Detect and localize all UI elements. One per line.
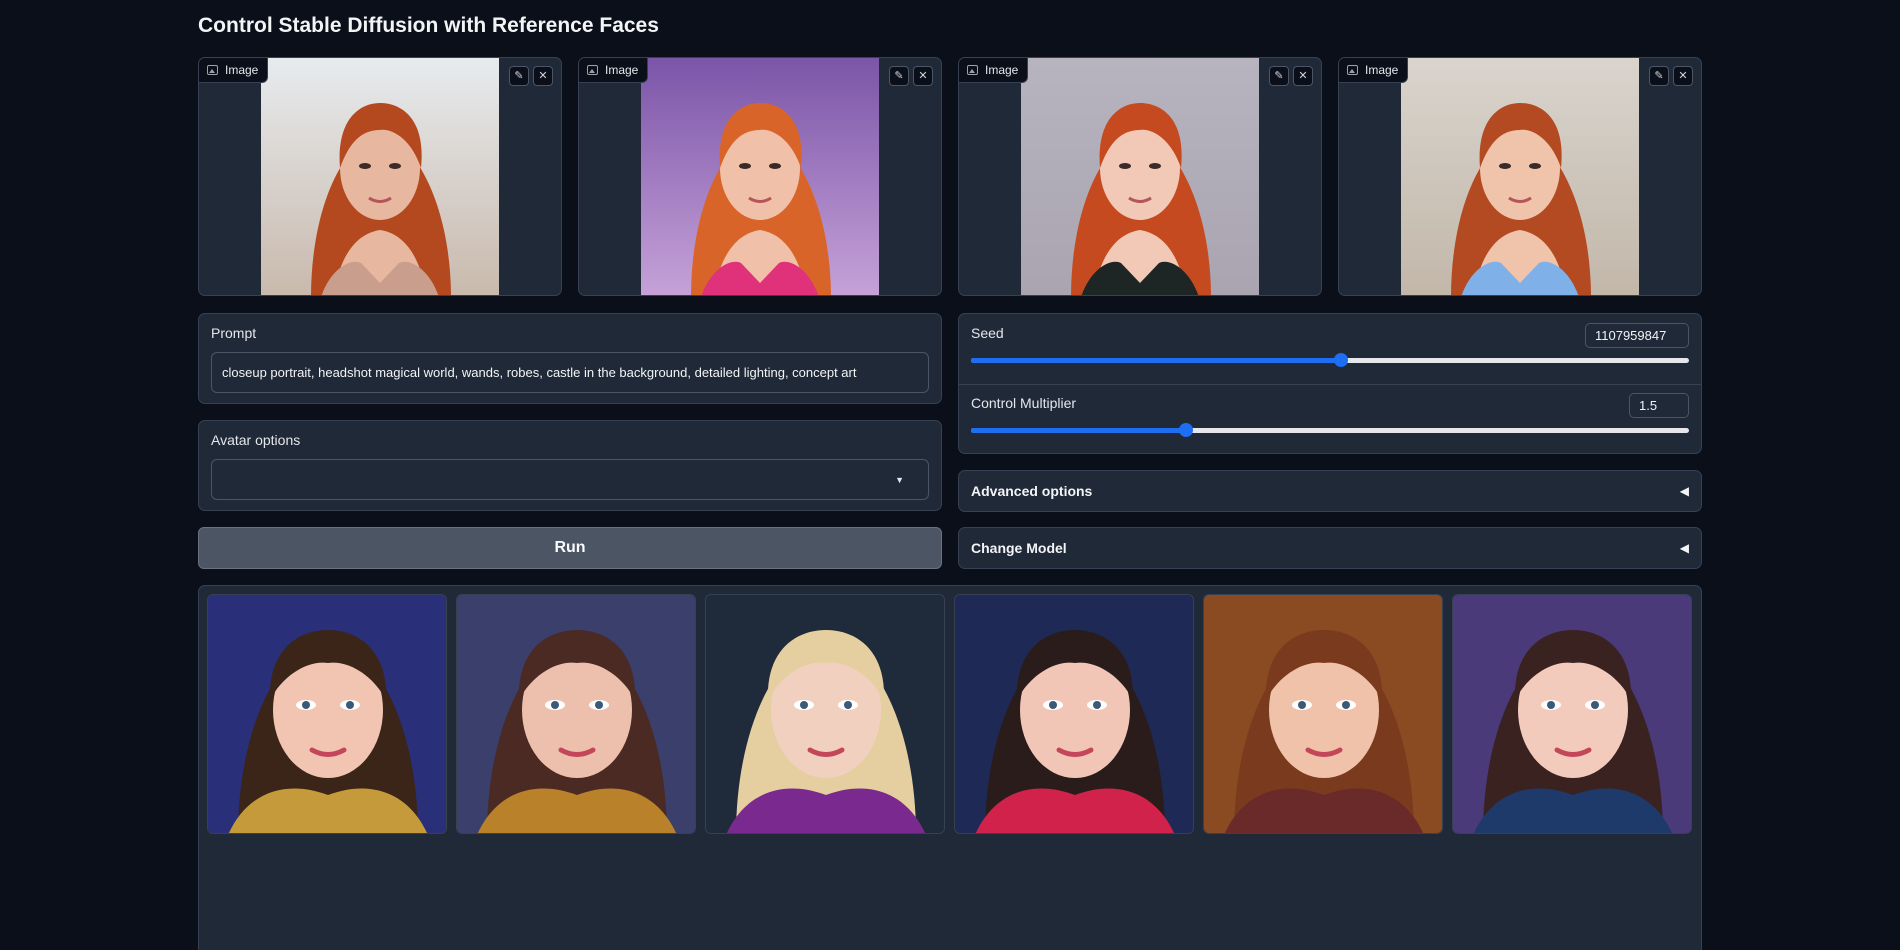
gallery-image[interactable] <box>954 594 1194 834</box>
edit-icon[interactable]: ✎ <box>889 66 909 86</box>
eye-right <box>595 701 603 709</box>
eye-left <box>1119 163 1131 169</box>
prompt-panel: Prompt closeup portrait, headshot magica… <box>198 313 942 404</box>
image-icon <box>587 65 598 75</box>
gallery-image[interactable] <box>705 594 945 834</box>
eye-left <box>1499 163 1511 169</box>
seed-label: Seed <box>971 325 1004 341</box>
close-icon[interactable]: ✕ <box>1293 66 1313 86</box>
collapse-triangle-icon: ◀ <box>1679 541 1689 555</box>
eye-left <box>1547 701 1555 709</box>
advanced-options-label: Advanced options <box>971 483 1093 499</box>
page-title: Control Stable Diffusion with Reference … <box>198 14 659 37</box>
image-label-tab: Image <box>199 58 269 83</box>
close-icon[interactable]: ✕ <box>533 66 553 86</box>
image-actions: ✎ ✕ <box>1269 66 1313 86</box>
image-label-tab: Image <box>1339 58 1409 83</box>
gallery-image[interactable] <box>1203 594 1443 834</box>
eye-left <box>1049 701 1057 709</box>
image-icon <box>967 65 978 75</box>
reference-image-card[interactable]: Image ✎ ✕ <box>198 57 562 296</box>
prompt-text: closeup portrait, headshot magical world… <box>222 365 857 380</box>
control-multiplier-slider-fill <box>971 428 1187 433</box>
avatar-options-dropdown[interactable]: ▼ <box>211 459 929 500</box>
control-multiplier-number-input[interactable]: 1.5 <box>1629 393 1689 418</box>
eye-left <box>302 701 310 709</box>
sliders-panel: Seed 1107959847 Control Multiplier 1.5 <box>958 313 1702 454</box>
run-button[interactable]: Run <box>198 527 942 569</box>
image-label: Image <box>1365 63 1399 77</box>
collapse-triangle-icon: ◀ <box>1679 484 1689 498</box>
advanced-options-accordion[interactable]: Advanced options ◀ <box>958 470 1702 512</box>
image-label: Image <box>605 63 639 77</box>
gallery-image[interactable] <box>1452 594 1692 834</box>
eye-right <box>844 701 852 709</box>
eye-right <box>1529 163 1541 169</box>
image-icon <box>1347 65 1358 75</box>
control-multiplier-slider-thumb[interactable] <box>1179 423 1194 437</box>
reference-image-card[interactable]: Image ✎ ✕ <box>1338 57 1702 296</box>
prompt-label: Prompt <box>211 325 257 341</box>
image-actions: ✎ ✕ <box>889 66 933 86</box>
control-multiplier-label: Control Multiplier <box>971 395 1077 411</box>
seed-value: 1107959847 <box>1595 328 1667 343</box>
close-icon[interactable]: ✕ <box>1673 66 1693 86</box>
eye-left <box>551 701 559 709</box>
reference-photo <box>261 58 499 295</box>
seed-number-input[interactable]: 1107959847 <box>1585 323 1689 348</box>
image-actions: ✎ ✕ <box>1649 66 1693 86</box>
avatar-options-label: Avatar options <box>211 432 301 448</box>
gallery-image[interactable] <box>207 594 447 834</box>
eye-left <box>359 163 371 169</box>
app-container: Control Stable Diffusion with Reference … <box>198 0 1702 950</box>
chevron-down-icon: ▼ <box>895 474 904 485</box>
reference-image-card[interactable]: Image ✎ ✕ <box>958 57 1322 296</box>
image-label: Image <box>985 63 1019 77</box>
eye-right <box>346 701 354 709</box>
edit-icon[interactable]: ✎ <box>1649 66 1669 86</box>
run-button-label: Run <box>554 539 586 556</box>
image-label-tab: Image <box>959 58 1029 83</box>
change-model-accordion[interactable]: Change Model ◀ <box>958 527 1702 569</box>
avatar-options-panel: Avatar options ▼ <box>198 420 942 511</box>
eye-left <box>739 163 751 169</box>
control-multiplier-value: 1.5 <box>1639 398 1658 413</box>
change-model-label: Change Model <box>971 540 1067 556</box>
eye-right <box>1342 701 1350 709</box>
eye-right <box>1591 701 1599 709</box>
close-icon[interactable]: ✕ <box>913 66 933 86</box>
seed-slider-fill <box>971 358 1342 363</box>
image-icon <box>207 65 218 75</box>
control-multiplier-slider[interactable] <box>971 422 1689 438</box>
output-gallery <box>198 585 1702 950</box>
reference-image-card[interactable]: Image ✎ ✕ <box>578 57 942 296</box>
eye-left <box>800 701 808 709</box>
eye-right <box>1149 163 1161 169</box>
eye-right <box>1093 701 1101 709</box>
reference-photo <box>1021 58 1259 295</box>
image-label-tab: Image <box>579 58 649 83</box>
gallery-image[interactable] <box>456 594 696 834</box>
edit-icon[interactable]: ✎ <box>509 66 529 86</box>
prompt-input[interactable]: closeup portrait, headshot magical world… <box>211 352 929 393</box>
image-actions: ✎ ✕ <box>509 66 553 86</box>
divider <box>959 384 1701 385</box>
seed-slider[interactable] <box>971 352 1689 368</box>
eye-right <box>769 163 781 169</box>
reference-photo <box>1401 58 1639 295</box>
image-label: Image <box>225 63 259 77</box>
seed-slider-thumb[interactable] <box>1334 353 1349 367</box>
reference-photo <box>641 58 879 295</box>
edit-icon[interactable]: ✎ <box>1269 66 1289 86</box>
eye-left <box>1298 701 1306 709</box>
eye-right <box>389 163 401 169</box>
